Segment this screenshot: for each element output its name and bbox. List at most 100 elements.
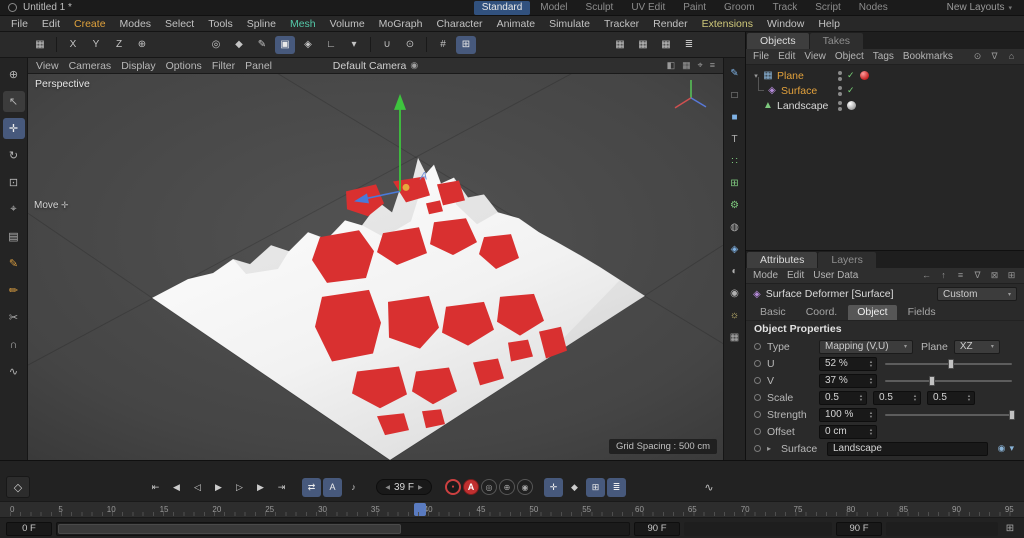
stepper-icon[interactable] bbox=[963, 394, 971, 402]
playhead[interactable] bbox=[414, 503, 426, 516]
grid-snap-icon[interactable]: # bbox=[433, 36, 453, 54]
keyframe-bar-button[interactable]: ◇ bbox=[6, 476, 30, 498]
anim-dot-icon[interactable] bbox=[754, 411, 761, 418]
camera-icon[interactable]: ◉ bbox=[727, 286, 743, 301]
attribute-tab[interactable]: Object bbox=[848, 305, 896, 320]
tree-row-plane[interactable]: ▦ Plane ✓ bbox=[746, 68, 1024, 83]
menu-item[interactable]: File bbox=[4, 18, 35, 30]
fcurve-icon[interactable]: ∿ bbox=[699, 478, 719, 497]
u-value-field[interactable]: 52 % bbox=[819, 357, 877, 371]
menu-item[interactable]: Modes bbox=[113, 18, 159, 30]
am-menu-item[interactable]: User Data bbox=[813, 270, 858, 281]
slider-handle[interactable] bbox=[948, 359, 954, 369]
layout-item[interactable]: UV Edit bbox=[623, 1, 673, 15]
deformer-icon[interactable]: ◈ bbox=[727, 242, 743, 257]
select-tool[interactable]: ↖ bbox=[3, 91, 25, 112]
layout-item[interactable]: Paint bbox=[675, 1, 714, 15]
strength-slider[interactable] bbox=[885, 408, 1012, 422]
viewport-menu-item[interactable]: Filter bbox=[212, 60, 235, 72]
rotate-tool[interactable]: ↻ bbox=[3, 145, 25, 166]
menu-item[interactable]: Simulate bbox=[542, 18, 597, 30]
current-frame-field[interactable]: 39 F bbox=[376, 479, 432, 495]
key-interpolation-icon[interactable]: ◆ bbox=[565, 478, 584, 497]
pen-tool[interactable]: ✎ bbox=[3, 253, 25, 274]
om-menu-item[interactable]: Bookmarks bbox=[903, 51, 953, 62]
expand-arrow-icon[interactable] bbox=[767, 444, 775, 453]
material-swatch-red[interactable] bbox=[860, 71, 869, 80]
material-swatch-white[interactable] bbox=[847, 101, 856, 110]
enabled-check-icon[interactable]: ✓ bbox=[847, 85, 855, 96]
gizmo-origin-handle[interactable] bbox=[403, 184, 410, 191]
prev-key-button[interactable]: ◀ bbox=[167, 478, 186, 497]
visibility-dots[interactable] bbox=[838, 101, 842, 111]
keyframe-selection-button[interactable]: ◎ bbox=[481, 479, 497, 495]
om-menu-item[interactable]: File bbox=[753, 51, 769, 62]
stepper-icon[interactable] bbox=[865, 360, 873, 368]
viewport-menu-item[interactable]: Panel bbox=[245, 60, 272, 72]
anim-dot-icon[interactable] bbox=[754, 445, 761, 452]
om-menu-item[interactable]: Object bbox=[835, 51, 864, 62]
next-key-button[interactable]: ▶ bbox=[251, 478, 270, 497]
scale-tool[interactable]: ⊡ bbox=[3, 172, 25, 193]
spline-icon[interactable]: □ bbox=[727, 88, 743, 103]
layout-item[interactable]: Script bbox=[807, 1, 849, 15]
record-parameter-button[interactable]: ◉ bbox=[517, 479, 533, 495]
layout-standard[interactable]: Standard bbox=[474, 1, 531, 15]
stepper-icon[interactable] bbox=[865, 377, 873, 385]
object-label-plane[interactable]: Plane bbox=[777, 70, 804, 82]
quantize-icon[interactable]: ⊞ bbox=[456, 36, 476, 54]
lock-z-button[interactable]: Z bbox=[109, 36, 129, 54]
scale-x-field[interactable]: 0.5 bbox=[819, 391, 867, 405]
attribute-tab[interactable]: Basic bbox=[751, 305, 795, 320]
menu-item[interactable]: Select bbox=[158, 18, 201, 30]
dynamics-icon[interactable]: ⚙ bbox=[727, 198, 743, 213]
prev-frame-button[interactable]: ◁ bbox=[188, 478, 207, 497]
list-icon[interactable]: ≡ bbox=[955, 270, 966, 281]
sketch-tool[interactable]: ✏ bbox=[3, 280, 25, 301]
workplane-mode-icon[interactable]: ∟ bbox=[321, 36, 341, 54]
scale-z-field[interactable]: 0.5 bbox=[927, 391, 975, 405]
preset-dropdown[interactable]: Custom bbox=[937, 287, 1017, 301]
pen-icon[interactable]: ✎ bbox=[252, 36, 272, 54]
sound-icon[interactable]: ♪ bbox=[344, 478, 363, 497]
slider-handle[interactable] bbox=[1009, 410, 1015, 420]
menu-item[interactable]: Animate bbox=[490, 18, 543, 30]
surface-link-field[interactable]: Landscape bbox=[827, 442, 988, 456]
anim-dot-icon[interactable] bbox=[754, 377, 761, 384]
timeline-options-icon[interactable]: ⊞ bbox=[1002, 521, 1018, 537]
coord-system-button[interactable]: ⊕ bbox=[132, 36, 152, 54]
expand-arrow-icon[interactable] bbox=[751, 72, 761, 80]
menu-item[interactable]: Tracker bbox=[597, 18, 646, 30]
render-safe-icon[interactable]: ◧ bbox=[667, 60, 676, 71]
cube-icon[interactable]: ■ bbox=[727, 110, 743, 125]
anim-dot-icon[interactable] bbox=[754, 360, 761, 367]
filter-icon[interactable]: ∇ bbox=[972, 270, 983, 281]
search-icon[interactable]: ⊙ bbox=[972, 51, 983, 62]
new-layouts-button[interactable]: New Layouts bbox=[947, 2, 1016, 13]
enabled-check-icon[interactable]: ✓ bbox=[847, 70, 855, 81]
layout-item[interactable]: Sculpt bbox=[578, 1, 622, 15]
attribute-tab[interactable]: Coord. bbox=[797, 305, 847, 320]
grid-toggle-icon[interactable]: ▦ bbox=[682, 60, 691, 71]
zoom-tool[interactable]: ⊕ bbox=[3, 64, 25, 85]
render-view-button[interactable]: ▦ bbox=[610, 36, 630, 54]
text-icon[interactable]: T bbox=[727, 132, 743, 147]
project-end-field[interactable]: 90 F bbox=[836, 522, 882, 536]
panel-tab[interactable]: Attributes bbox=[747, 252, 817, 268]
om-menu-item[interactable]: View bbox=[804, 51, 826, 62]
spline-smooth-tool[interactable]: ∿ bbox=[3, 361, 25, 382]
scene-3d-view[interactable]: A bbox=[28, 74, 723, 460]
goto-start-button[interactable]: ⇤ bbox=[146, 478, 165, 497]
menu-item[interactable]: Help bbox=[811, 18, 847, 30]
snap-icon[interactable]: ∪ bbox=[377, 36, 397, 54]
track-mode-icon[interactable]: ⇄ bbox=[302, 478, 321, 497]
goto-end-button[interactable]: ⇥ bbox=[272, 478, 291, 497]
volume-builder-icon[interactable]: ▣ bbox=[275, 36, 295, 54]
plane-dropdown[interactable]: XZ bbox=[954, 340, 1000, 354]
layout-item[interactable]: Nodes bbox=[851, 1, 896, 15]
menu-item[interactable]: Character bbox=[429, 18, 489, 30]
visibility-dots[interactable] bbox=[838, 86, 842, 96]
stepper-icon[interactable] bbox=[865, 411, 873, 419]
field-icon[interactable]: ◈ bbox=[298, 36, 318, 54]
render-settings-button[interactable]: ▦ bbox=[633, 36, 653, 54]
